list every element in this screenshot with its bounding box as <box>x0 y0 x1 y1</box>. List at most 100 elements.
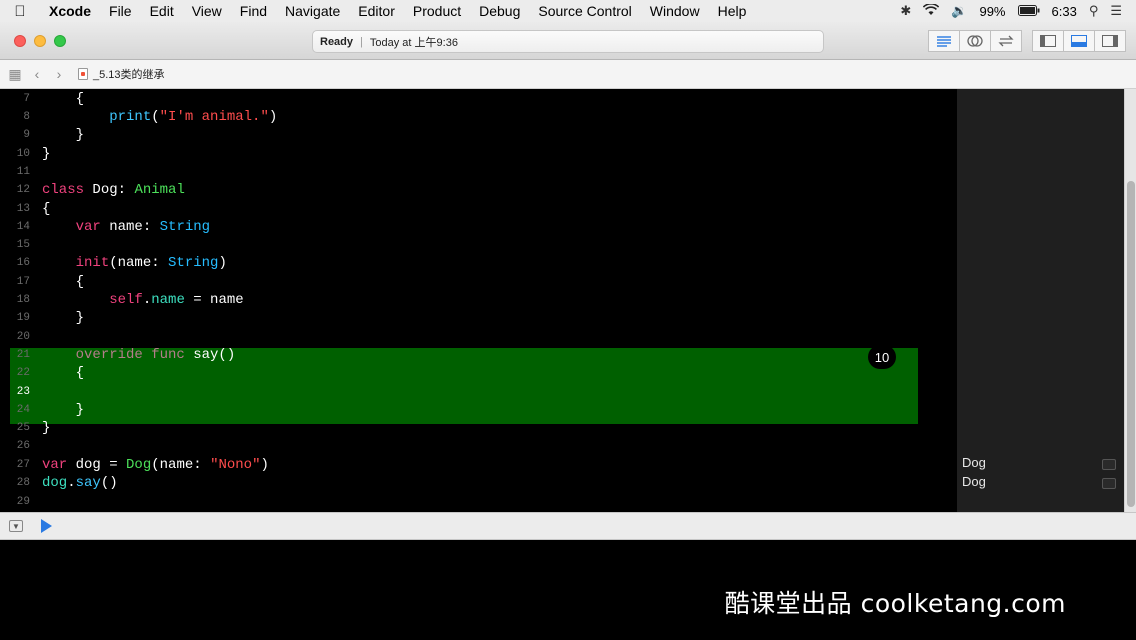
line-number: 8 <box>23 110 30 123</box>
line-number: 19 <box>16 311 30 324</box>
code-line: 27 var dog = Dog(name: "Nono") <box>0 455 957 474</box>
menu-edit[interactable]: Edit <box>141 3 183 19</box>
menu-source-control[interactable]: Source Control <box>529 3 640 19</box>
menu-bar:  Xcode File Edit View Find Navigate Edi… <box>0 0 1136 22</box>
code-line: 18 self.name = name <box>0 290 957 309</box>
hide-debug-area-icon[interactable]: ▼ <box>9 520 23 532</box>
menu-navigate[interactable]: Navigate <box>276 3 349 19</box>
window-controls <box>14 35 66 47</box>
line-number: 22 <box>16 366 30 379</box>
editor-mode-group <box>928 30 1022 52</box>
code-text: } <box>42 419 51 436</box>
code-line: 15 <box>0 235 957 254</box>
standard-editor-icon[interactable] <box>928 30 960 52</box>
line-number: 16 <box>16 256 30 269</box>
result-line-28: Dog <box>962 474 986 489</box>
line-number: 29 <box>16 495 30 508</box>
bluetooth-icon[interactable]: ✱ <box>900 3 911 19</box>
code-text: { <box>42 90 85 107</box>
code-line: 25} <box>0 418 957 437</box>
line-number: 25 <box>16 421 30 434</box>
battery-icon[interactable] <box>1017 4 1040 19</box>
scrollbar-thumb[interactable] <box>1127 181 1135 507</box>
code-line: 9 } <box>0 125 957 144</box>
line-number: 27 <box>16 458 30 471</box>
line-number: 20 <box>16 330 30 343</box>
code-text: { <box>42 273 85 290</box>
activity-separator: | <box>360 35 363 48</box>
vertical-scrollbar[interactable] <box>1124 89 1136 512</box>
code-text: class Dog: Animal <box>42 181 185 198</box>
utilities-toggle-icon[interactable] <box>1094 30 1126 52</box>
zoom-window-button[interactable] <box>54 35 66 47</box>
assistant-editor-icon[interactable] <box>959 30 991 52</box>
watermark-text: 酷课堂出品 coolketang.com <box>724 589 1066 618</box>
close-window-button[interactable] <box>14 35 26 47</box>
battery-percent: 99% <box>979 3 1006 19</box>
back-arrow-icon[interactable]: ‹ <box>26 66 48 82</box>
activity-timestamp: Today at 上午9:36 <box>369 36 458 49</box>
code-line: 28 dog.say() <box>0 473 957 492</box>
line-number: 7 <box>23 92 30 105</box>
related-items-icon[interactable]: ▦ <box>4 66 26 83</box>
activity-view: Ready | Today at 上午9:36 <box>312 30 824 53</box>
clock[interactable]: 6:33 <box>1052 4 1077 19</box>
quick-look-icon[interactable] <box>1102 459 1116 470</box>
code-line: 26 <box>0 436 957 455</box>
swift-file-icon <box>78 68 88 80</box>
menu-window[interactable]: Window <box>641 3 709 19</box>
console-area[interactable]: 酷课堂出品 coolketang.com <box>0 540 1136 640</box>
run-playground-icon[interactable] <box>41 519 52 533</box>
menu-view[interactable]: View <box>183 3 231 19</box>
code-text: var name: String <box>75 218 211 235</box>
menu-debug[interactable]: Debug <box>470 3 529 19</box>
menu-app-name[interactable]: Xcode <box>40 3 100 19</box>
debug-area-toggle-icon[interactable] <box>1063 30 1095 52</box>
result-line-27: Dog <box>962 455 986 470</box>
apple-menu-icon[interactable]:  <box>0 3 40 20</box>
code-text: init(name: String) <box>75 254 227 271</box>
quick-look-icon[interactable] <box>1102 478 1116 489</box>
code-editor[interactable]: 7 { 8 print("I'm animal.") 9 } 10} 11 12… <box>0 89 957 512</box>
menu-editor[interactable]: Editor <box>349 3 404 19</box>
code-text: var dog = Dog(name: "Nono") <box>42 456 269 473</box>
debug-bar: ▼ <box>0 512 1136 540</box>
minimize-window-button[interactable] <box>34 35 46 47</box>
code-text: self.name = name <box>109 291 244 308</box>
line-number: 26 <box>16 439 30 452</box>
menu-file[interactable]: File <box>100 3 141 19</box>
code-line: 13 { <box>0 199 957 218</box>
code-text: } <box>42 145 51 162</box>
line-number: 17 <box>16 275 30 288</box>
line-number: 18 <box>16 293 30 306</box>
version-editor-icon[interactable] <box>990 30 1022 52</box>
code-line: 17 { <box>0 272 957 291</box>
line-number: 10 <box>16 147 30 160</box>
wifi-icon[interactable] <box>923 2 940 19</box>
code-text: print("I'm animal.") <box>109 108 278 125</box>
code-line: 21 override func say() <box>0 345 957 364</box>
code-line: 11 <box>0 162 957 181</box>
code-line: 20 <box>0 327 957 346</box>
code-line: 29 <box>0 492 957 511</box>
line-number: 15 <box>16 238 30 251</box>
menu-product[interactable]: Product <box>404 3 470 19</box>
code-text: } <box>42 309 85 326</box>
code-line: 19 } <box>0 308 957 327</box>
breadcrumb[interactable]: _5.13类的继承 <box>78 66 165 82</box>
line-number: 28 <box>16 476 30 489</box>
notification-center-icon[interactable]: ☰ <box>1110 3 1122 19</box>
code-text: { <box>42 364 85 381</box>
playground-results-sidebar: Dog Dog <box>957 89 1124 512</box>
step-count-badge[interactable]: 10 <box>868 345 896 369</box>
volume-icon[interactable]: 🔉 <box>951 3 967 19</box>
navigator-toggle-icon[interactable] <box>1032 30 1064 52</box>
line-number: 13 <box>16 202 30 215</box>
menu-find[interactable]: Find <box>231 3 276 19</box>
line-number: 11 <box>16 165 30 178</box>
code-line: 23 <box>0 382 957 401</box>
forward-arrow-icon[interactable]: › <box>48 66 70 82</box>
code-line: 7 { <box>0 89 957 108</box>
menu-help[interactable]: Help <box>709 3 756 19</box>
spotlight-search-icon[interactable]: ⚲ <box>1089 3 1099 19</box>
